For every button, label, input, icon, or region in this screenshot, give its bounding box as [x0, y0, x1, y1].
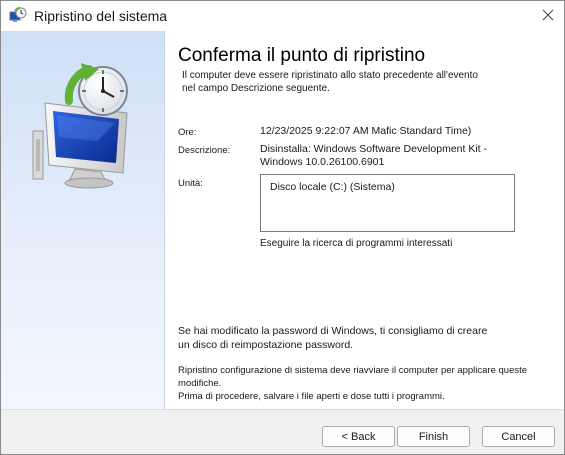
restart-note-line-2: Prima di procedere, salvare i file apert…: [178, 391, 445, 402]
system-restore-window: Ripristino del sistema Conferma il punto…: [0, 0, 565, 455]
back-button[interactable]: < Back: [322, 426, 395, 447]
list-item: Disco locale (C:) (Sistema): [270, 181, 395, 193]
intro-line-1: Il computer deve essere ripristinato all…: [182, 70, 478, 81]
intro-text: Il computer deve essere ripristinato all…: [182, 69, 562, 95]
password-reset-note: Se hai modificato la password di Windows…: [178, 324, 558, 352]
drives-list[interactable]: Disco locale (C:) (Sistema): [260, 174, 515, 232]
system-restore-computer-clock-icon: [32, 63, 128, 189]
drives-label: Unità:: [178, 178, 203, 189]
finish-button[interactable]: Finish: [397, 426, 470, 447]
restart-note-line-1: Ripristino configurazione di sistema dev…: [178, 365, 528, 389]
description-value: Disinstalla: Windows Software Developmen…: [260, 143, 560, 169]
page-title: Conferma il punto di ripristino: [178, 45, 426, 66]
close-icon: [542, 9, 554, 21]
button-bar: < Back Finish Cancel: [1, 409, 564, 454]
sidebar-banner: [1, 31, 165, 409]
description-line-1: Disinstalla: Windows Software Developmen…: [260, 143, 488, 155]
description-line-2: Windows 10.0.26100.6901: [260, 156, 385, 168]
title-bar[interactable]: Ripristino del sistema: [1, 1, 564, 31]
password-note-line-1: Se hai modificato la password di Windows…: [178, 325, 488, 337]
description-label: Descrizione:: [178, 145, 231, 156]
system-restore-app-icon: [9, 7, 27, 22]
window-title: Ripristino del sistema: [34, 8, 168, 24]
time-value: 12/23/2025 9:22:07 AM Mafic Standard Tim…: [260, 125, 472, 137]
restart-warning: Ripristino configurazione di sistema dev…: [178, 364, 562, 403]
intro-line-2: nel campo Descrizione seguente.: [182, 83, 330, 94]
cancel-button[interactable]: Cancel: [482, 426, 555, 447]
password-note-line-2: un disco di reimpostazione password.: [178, 339, 354, 351]
time-label: Ore:: [178, 127, 197, 138]
confirmation-panel: Conferma il punto di ripristino Il compu…: [166, 31, 564, 409]
close-button[interactable]: [533, 1, 563, 29]
scan-affected-programs-link[interactable]: Eseguire la ricerca di programmi interes…: [260, 238, 452, 249]
